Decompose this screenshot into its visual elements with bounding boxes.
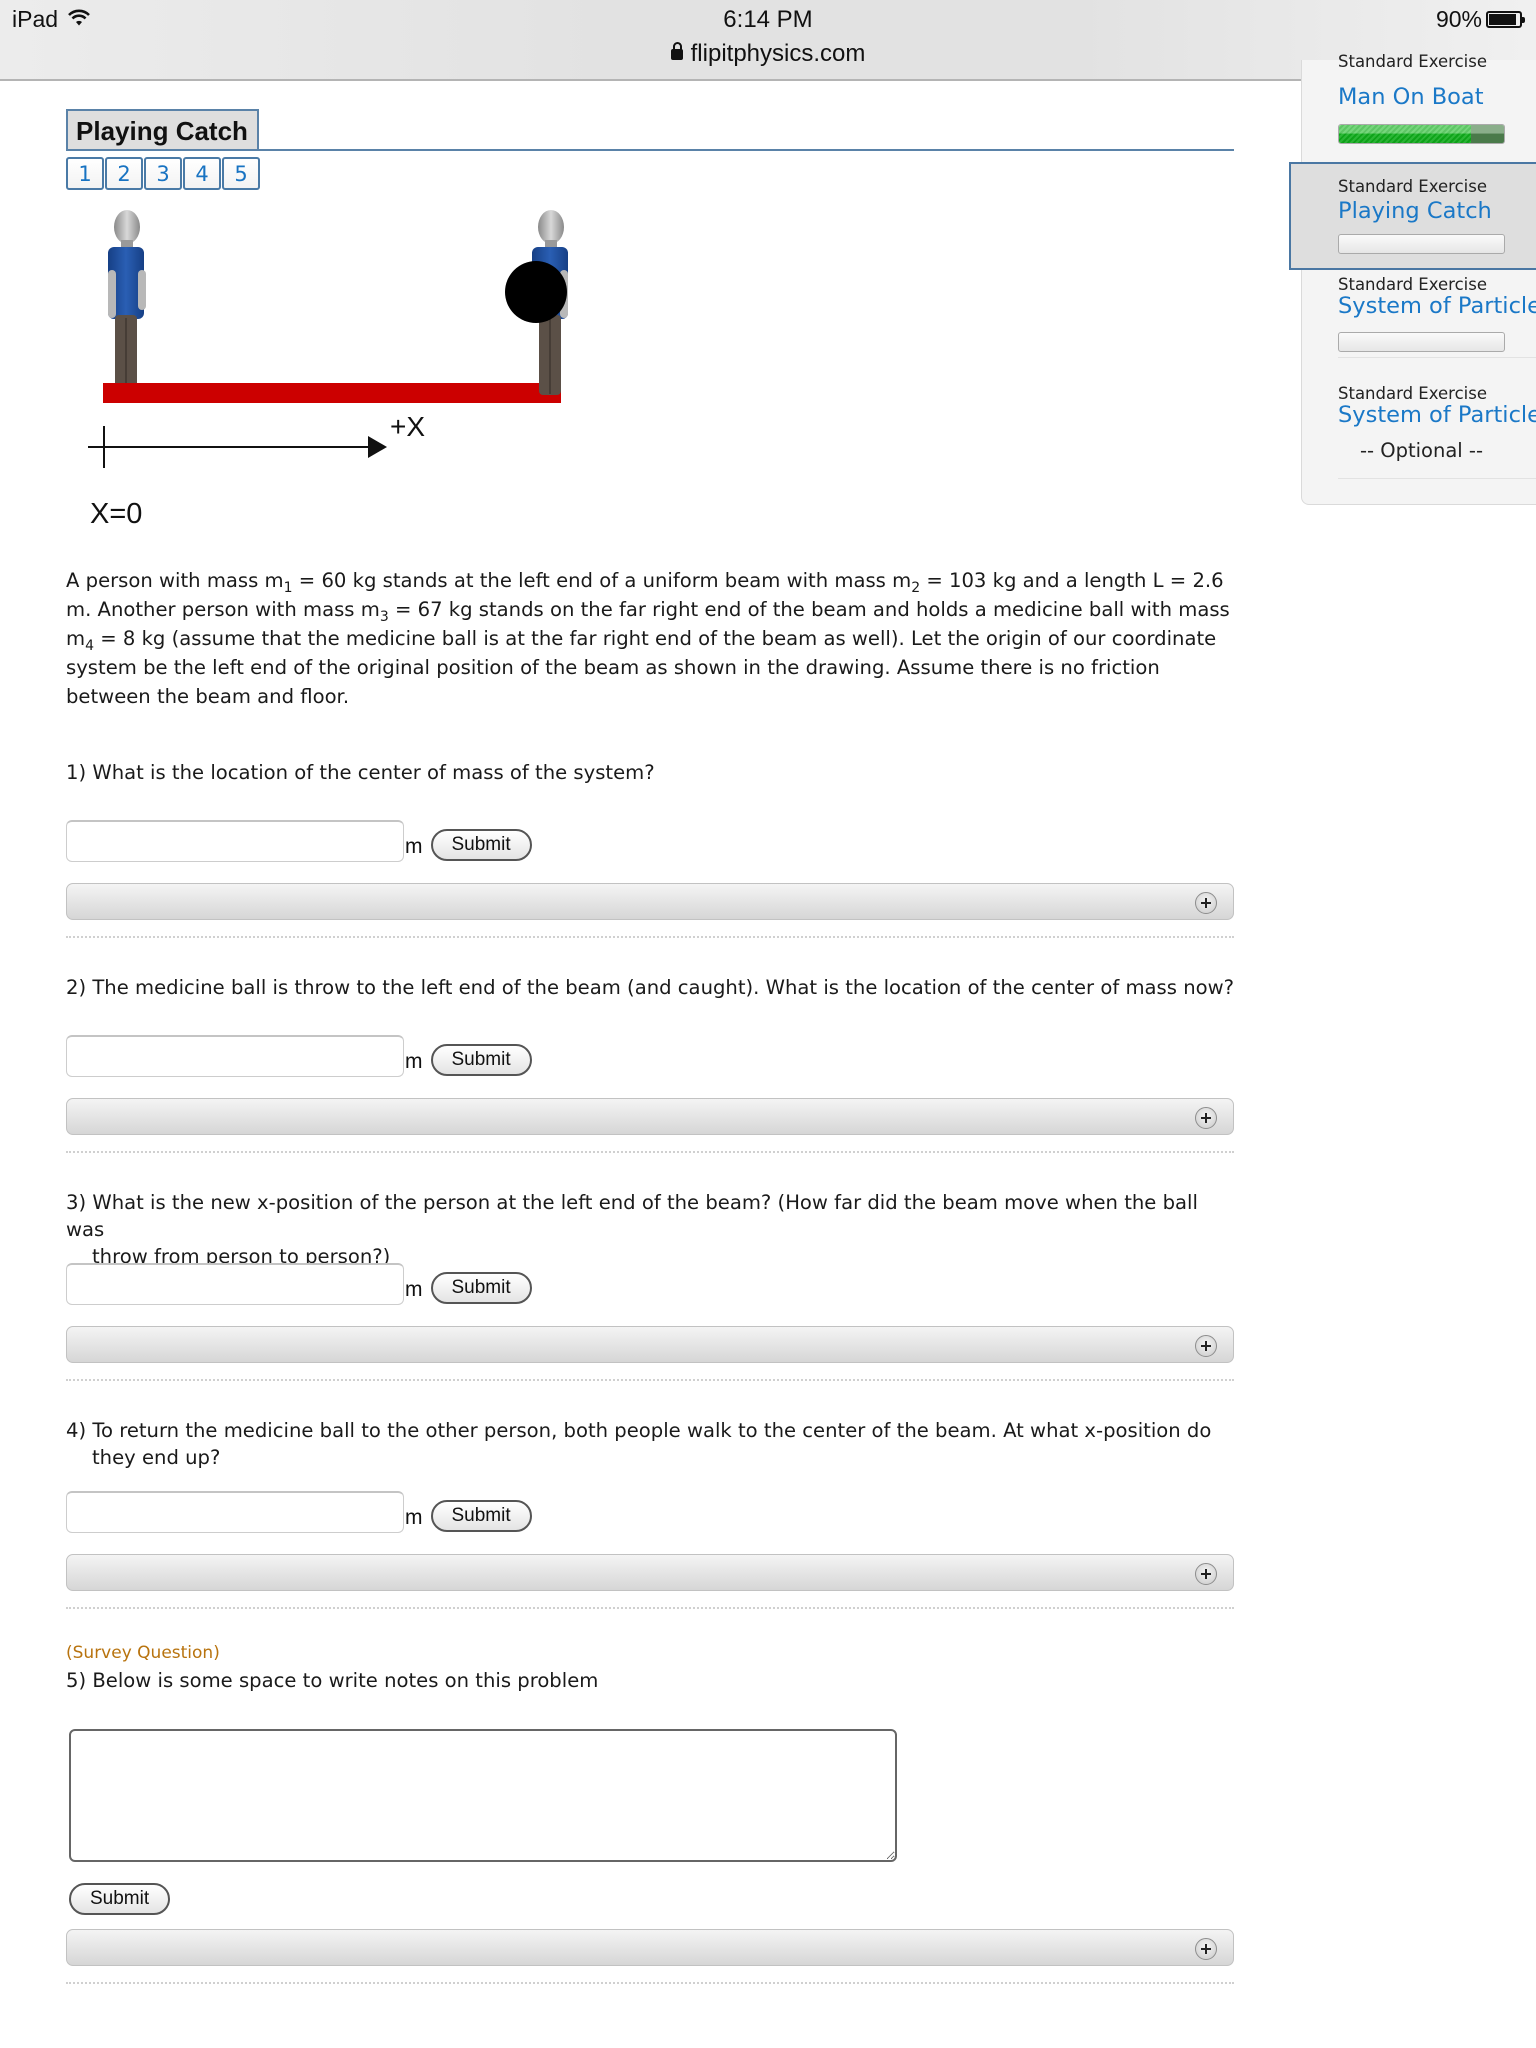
axis-label: +X bbox=[390, 411, 425, 442]
divider bbox=[66, 1982, 1234, 1984]
title-underline bbox=[66, 149, 1234, 151]
progress-bar bbox=[1338, 124, 1505, 144]
question-1-answer-row: m Submit bbox=[66, 820, 532, 862]
survey-label: (Survey Question) bbox=[66, 1643, 220, 1663]
sidebar-item-title[interactable]: System of Particles bbox=[1338, 402, 1536, 428]
progress-bar bbox=[1338, 234, 1505, 254]
progress-bar bbox=[1338, 332, 1505, 352]
question-2-text: 2) The medicine ball is throw to the lef… bbox=[66, 976, 1235, 999]
battery-percent: 90% bbox=[1435, 6, 1482, 32]
sidebar-item-title[interactable]: Playing Catch bbox=[1338, 198, 1492, 224]
expand-plus-icon[interactable] bbox=[1195, 1563, 1217, 1585]
question-1-feedback-bar[interactable] bbox=[66, 883, 1234, 920]
page-tab-5[interactable]: 5 bbox=[222, 157, 260, 190]
question-3-answer-row: m Submit bbox=[66, 1263, 532, 1305]
question-4-input[interactable] bbox=[66, 1491, 404, 1533]
question-4-feedback-bar[interactable] bbox=[66, 1554, 1234, 1591]
question-5-submit-button[interactable]: Submit bbox=[69, 1883, 171, 1915]
question-4-submit-button[interactable]: Submit bbox=[430, 1500, 532, 1532]
question-5-text: 5) Below is some space to write notes on… bbox=[66, 1669, 599, 1692]
question-3-submit-button[interactable]: Submit bbox=[430, 1272, 532, 1304]
divider bbox=[66, 936, 1234, 938]
medicine-ball bbox=[505, 261, 567, 323]
sidebar-item-playing-catch[interactable]: Standard Exercise Playing Catch bbox=[1289, 162, 1536, 270]
sidebar-divider bbox=[1338, 357, 1536, 358]
exercise-sidebar: Standard Exercise Man On Boat Standard E… bbox=[1289, 52, 1536, 505]
expand-plus-icon[interactable] bbox=[1195, 1335, 1217, 1357]
page-tab-3[interactable]: 3 bbox=[144, 157, 182, 190]
clock: 6:14 PM bbox=[723, 6, 813, 33]
notes-textarea[interactable] bbox=[69, 1729, 897, 1862]
person-left bbox=[108, 210, 146, 395]
question-3-input[interactable] bbox=[66, 1263, 404, 1305]
divider bbox=[66, 1607, 1234, 1609]
question-2-unit: m bbox=[405, 1050, 423, 1073]
sidebar-item-title[interactable]: System of Particles bbox=[1338, 293, 1536, 319]
question-4-text: 4) To return the medicine ball to the ot… bbox=[66, 1419, 1212, 1469]
question-2-input[interactable] bbox=[66, 1035, 404, 1077]
question-3-feedback-bar[interactable] bbox=[66, 1326, 1234, 1363]
divider bbox=[66, 1379, 1234, 1381]
question-4-unit: m bbox=[405, 1506, 423, 1529]
question-1-unit: m bbox=[405, 835, 423, 858]
axis-arrowhead bbox=[368, 436, 387, 458]
optional-note: -- Optional -- bbox=[1360, 439, 1483, 462]
lock-icon bbox=[670, 42, 683, 60]
question-4-answer-row: m Submit bbox=[66, 1491, 532, 1533]
origin-label: X=0 bbox=[90, 498, 142, 530]
question-3-text: 3) What is the new x-position of the per… bbox=[66, 1191, 1198, 1268]
page-tab-2[interactable]: 2 bbox=[105, 157, 143, 190]
page-tab-4[interactable]: 4 bbox=[183, 157, 221, 190]
question-2-feedback-bar[interactable] bbox=[66, 1098, 1234, 1135]
url-text: flipitphysics.com bbox=[690, 40, 866, 67]
question-1-text: 1) What is the location of the center of… bbox=[66, 761, 655, 784]
question-2-answer-row: m Submit bbox=[66, 1035, 532, 1077]
sidebar-divider bbox=[1338, 478, 1536, 479]
sidebar-item-title[interactable]: Man On Boat bbox=[1338, 84, 1484, 110]
expand-plus-icon[interactable] bbox=[1195, 1107, 1217, 1129]
beam bbox=[103, 383, 561, 403]
question-5-feedback-bar[interactable] bbox=[66, 1929, 1234, 1966]
problem-diagram: +X X=0 bbox=[88, 210, 568, 530]
exercise-title: Playing Catch bbox=[66, 109, 259, 150]
status-right: 90% bbox=[1435, 6, 1525, 33]
battery-icon bbox=[1486, 11, 1525, 28]
expand-plus-icon[interactable] bbox=[1195, 1938, 1217, 1960]
question-2-submit-button[interactable]: Submit bbox=[430, 1044, 532, 1076]
page-tab-1[interactable]: 1 bbox=[66, 157, 104, 190]
divider bbox=[66, 1151, 1234, 1153]
expand-plus-icon[interactable] bbox=[1195, 892, 1217, 914]
problem-statement: A person with mass m1 = 60 kg stands at … bbox=[66, 569, 1230, 708]
question-1-submit-button[interactable]: Submit bbox=[430, 829, 532, 861]
page-tabs: 1 2 3 4 5 bbox=[66, 157, 261, 190]
question-3-unit: m bbox=[405, 1278, 423, 1301]
question-1-input[interactable] bbox=[66, 820, 404, 862]
